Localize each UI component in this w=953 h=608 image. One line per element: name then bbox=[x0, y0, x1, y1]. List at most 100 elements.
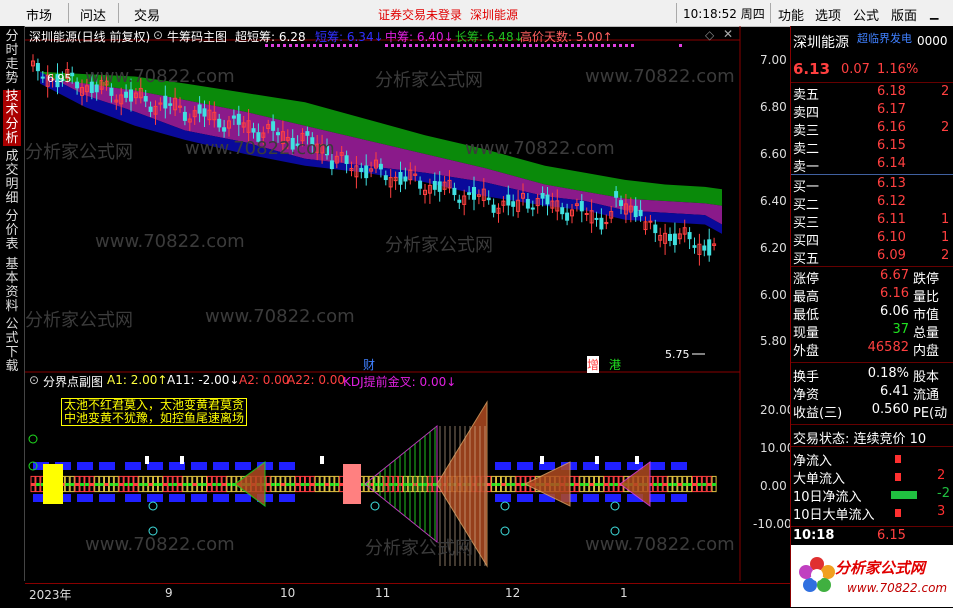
sub-blue-dash bbox=[169, 494, 185, 502]
quote-label: 买四 bbox=[793, 234, 820, 249]
sub-bar bbox=[682, 483, 687, 486]
quote-panel: 深圳能源 超临界发电 0000 6.13 0.07 1.16% 卖五 6.18 2 卖… bbox=[790, 26, 953, 607]
diamond-icon[interactable]: ◇ bbox=[705, 28, 714, 42]
sub-bar bbox=[383, 483, 388, 486]
sub-bar bbox=[31, 483, 35, 486]
sub-bar bbox=[276, 483, 280, 486]
flow-bar bbox=[891, 491, 917, 499]
candle-body bbox=[305, 131, 310, 136]
chart-area[interactable]: 深圳能源(日线 前复权) ⊙ 牛筹码主图 超短筹: 6.28 短筹: 6.34↓… bbox=[25, 26, 794, 581]
sub-blue-dash bbox=[605, 462, 621, 470]
quote-volume: 1 bbox=[941, 230, 950, 245]
quote-label: 卖四 bbox=[793, 106, 820, 121]
candle-body bbox=[506, 194, 511, 206]
sub-bar bbox=[119, 483, 124, 486]
sub-pink-block bbox=[343, 464, 361, 504]
menu-options[interactable]: 选项 bbox=[815, 5, 841, 24]
quote-value: 6.18 bbox=[877, 84, 906, 99]
candle-body bbox=[236, 113, 241, 125]
quote-volume: 1 bbox=[941, 212, 950, 227]
sub-circle bbox=[148, 501, 158, 511]
menu-trade[interactable]: 交易 bbox=[134, 5, 160, 24]
sub-white-tick bbox=[320, 456, 324, 464]
sub-blue-dash bbox=[191, 462, 207, 470]
sub-bar bbox=[129, 483, 133, 486]
logo-text: 分析家公式网 bbox=[835, 559, 926, 577]
menu-market[interactable]: 市场 bbox=[26, 5, 52, 24]
sub-param-4: A22: 0.00 bbox=[287, 373, 346, 387]
candle-body bbox=[614, 191, 619, 198]
candle-body bbox=[633, 205, 638, 218]
stock-title-link[interactable]: 深圳能源 bbox=[470, 6, 518, 23]
tab-technical[interactable]: 技术分析 bbox=[3, 90, 21, 146]
sub-dropdown-icon[interactable]: ⊙ bbox=[29, 373, 39, 387]
sub-blue-dash bbox=[213, 494, 229, 502]
sub-bar bbox=[501, 483, 506, 486]
close-icon[interactable]: ✕ bbox=[723, 27, 733, 41]
candle-body bbox=[310, 137, 315, 145]
dot-mark bbox=[631, 44, 634, 47]
date-label: 2023年 bbox=[29, 588, 72, 602]
sub-bar bbox=[668, 483, 672, 486]
tab-details[interactable]: 成交明细 bbox=[3, 150, 21, 206]
candle-body bbox=[325, 145, 329, 156]
main-param-1: 超短筹: 6.28 bbox=[235, 30, 306, 44]
sub-y-tick: -10.00 bbox=[753, 517, 792, 531]
date-label: 10 bbox=[280, 586, 296, 600]
candle-body bbox=[168, 103, 173, 106]
menu-function[interactable]: 功能 bbox=[778, 5, 804, 24]
sub-bar bbox=[173, 483, 178, 486]
sub-circle bbox=[370, 501, 380, 511]
stat-value: 0.560 bbox=[871, 402, 909, 417]
sub-bar bbox=[70, 483, 75, 486]
candle-body bbox=[457, 199, 462, 203]
login-notice[interactable]: 证券交易未登录 bbox=[378, 6, 462, 23]
marker-hk[interactable]: 港 bbox=[609, 356, 621, 373]
stat-label: 最高 bbox=[793, 290, 820, 305]
tab-formula-download[interactable]: 公式下载 bbox=[3, 318, 21, 374]
y-tick: 6.00 bbox=[760, 288, 787, 302]
sub-bar bbox=[516, 483, 521, 486]
sub-bar bbox=[182, 483, 187, 486]
menu-layout[interactable]: 版面 bbox=[891, 5, 917, 24]
sub-blue-dash bbox=[495, 462, 511, 470]
main-param-3: 中筹: 6.40↓ bbox=[385, 30, 454, 44]
sub-blue-dash bbox=[235, 494, 251, 502]
sub-indicator-name[interactable]: 分界点副图 bbox=[43, 373, 103, 390]
trade-status: 交易状态: 连续竞价 10 bbox=[793, 432, 927, 447]
sub-bar bbox=[80, 483, 84, 486]
sub-bar bbox=[658, 483, 663, 486]
sub-blue-dash bbox=[213, 462, 229, 470]
sub-bar bbox=[75, 483, 80, 486]
marker-finance[interactable]: 财 bbox=[363, 356, 375, 373]
main-indicator-name[interactable]: 牛筹码主图 bbox=[167, 28, 227, 45]
sub-blue-dash bbox=[77, 494, 93, 502]
sub-bar bbox=[305, 483, 310, 486]
tab-profile[interactable]: 基本资料 bbox=[3, 258, 21, 314]
quote-value: 6.11 bbox=[877, 212, 906, 227]
sub-bar bbox=[506, 483, 511, 486]
candle-body bbox=[129, 89, 133, 102]
marker-add[interactable]: 增 bbox=[587, 356, 600, 373]
tab-price-table[interactable]: 分价表 bbox=[3, 210, 21, 252]
dropdown-icon[interactable]: ⊙ bbox=[153, 28, 163, 42]
sub-bar bbox=[388, 483, 393, 486]
menu-separator bbox=[770, 3, 771, 23]
concept-tag[interactable]: 超临界发电 bbox=[857, 30, 912, 46]
sub-white-tick bbox=[540, 456, 544, 464]
sub-blue-dash bbox=[605, 494, 621, 502]
y-tick: 7.00 bbox=[760, 53, 787, 67]
sub-bar bbox=[124, 483, 129, 486]
menubar: 市场 问达 交易 证券交易未登录 深圳能源 10:18:52 周四 功能 选项 … bbox=[0, 0, 953, 27]
sub-bar bbox=[310, 483, 315, 486]
y-tick: 5.80 bbox=[760, 334, 787, 348]
sub-bar bbox=[94, 483, 99, 486]
sub-bar bbox=[168, 483, 173, 486]
sub-bar bbox=[672, 483, 677, 486]
sub-bar bbox=[295, 483, 300, 486]
tab-timeshare[interactable]: 分时走势 bbox=[3, 30, 21, 86]
menu-wenda[interactable]: 问达 bbox=[80, 5, 106, 24]
menu-formula[interactable]: 公式 bbox=[853, 5, 879, 24]
sub-bar bbox=[109, 483, 114, 486]
minimize-icon[interactable]: ▁ bbox=[930, 7, 938, 20]
